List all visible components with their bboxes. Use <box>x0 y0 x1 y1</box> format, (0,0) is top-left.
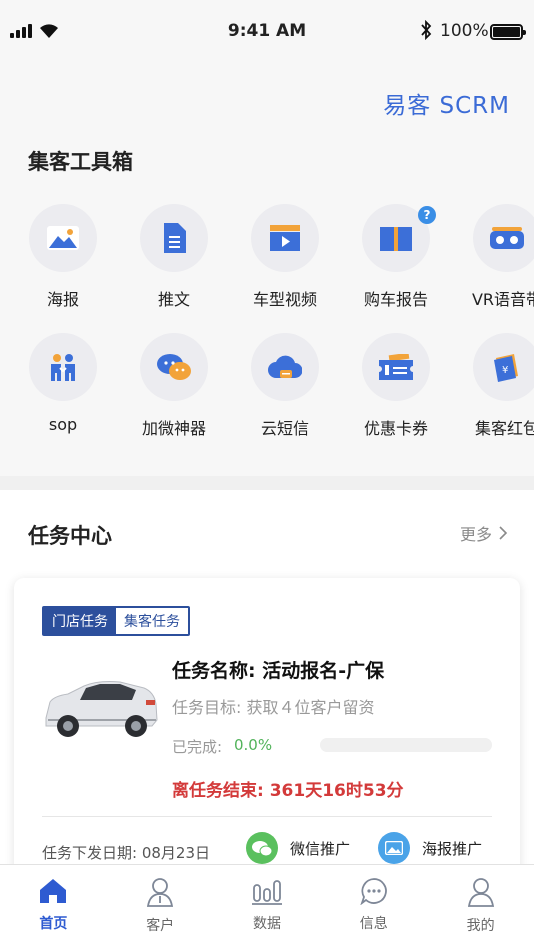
book-icon: ? <box>362 204 436 272</box>
data-icon <box>251 880 282 905</box>
tab-message[interactable]: 信息 <box>320 865 427 950</box>
more-label: 更多 <box>459 525 492 544</box>
bluetooth-icon <box>421 20 432 40</box>
tool-label: 海报 <box>46 290 79 309</box>
ticket-icon <box>362 333 430 401</box>
card-divider <box>42 816 492 817</box>
customer-icon <box>147 878 174 907</box>
task-name: 任务名称: 活动报名-广保 <box>172 660 385 682</box>
completed-label: 已完成: <box>172 738 223 756</box>
profile-icon <box>467 878 494 907</box>
tool-label: 推文 <box>157 290 190 309</box>
task-deadline: 离任务结束: 361天16时53分 <box>172 781 404 801</box>
battery-percent: 100% <box>440 21 489 41</box>
brand-logo: 易客 SCRM <box>383 93 510 119</box>
poster-share-button[interactable]: 海报推广 <box>378 832 482 864</box>
tool-sop[interactable]: sop <box>8 333 118 434</box>
tool-label: 优惠卡券 <box>363 419 428 438</box>
bottom-tab-bar: 首页 客户 数据 信息 我的 <box>0 864 534 950</box>
tool-label: VR语音带 <box>471 290 534 309</box>
tab-label: 信息 <box>359 916 388 932</box>
tab-data[interactable]: 数据 <box>214 865 321 950</box>
car-image <box>45 681 158 737</box>
tool-label: 购车报告 <box>363 290 428 309</box>
tab-profile[interactable]: 我的 <box>427 865 534 950</box>
tool-wechat-add[interactable]: 加微神器 <box>119 333 229 439</box>
chevron-right-icon <box>499 526 508 540</box>
tab-store-task[interactable]: 门店任务 <box>44 608 116 634</box>
cloud-message-icon <box>251 333 319 401</box>
wechat-icon <box>140 333 208 401</box>
people-icon <box>29 333 97 401</box>
video-icon <box>251 204 319 272</box>
tool-coupon[interactable]: 优惠卡券 <box>341 333 451 439</box>
image-icon <box>29 204 97 272</box>
svg-text:¥: ¥ <box>502 365 508 376</box>
vr-glasses-icon <box>473 204 534 272</box>
progress-bar <box>320 738 492 752</box>
tab-label: 首页 <box>39 916 68 932</box>
tool-label: 加微神器 <box>141 419 206 438</box>
wechat-share-button[interactable]: 微信推广 <box>246 832 350 864</box>
more-link[interactable]: 更多 <box>460 521 508 545</box>
document-icon <box>140 204 208 272</box>
tab-customer[interactable]: 客户 <box>107 865 214 950</box>
tool-car-video[interactable]: 车型视频 <box>230 204 340 310</box>
tool-red-packet[interactable]: ¥ 集客红包 <box>452 333 534 439</box>
wechat-share-label: 微信推广 <box>290 839 351 858</box>
tool-label: sop <box>48 415 78 434</box>
completed-value: 0.0% <box>234 736 273 754</box>
tab-label: 数据 <box>252 916 281 932</box>
task-type-tabs: 门店任务 集客任务 <box>42 606 190 636</box>
help-badge: ? <box>418 206 436 224</box>
tool-article[interactable]: 推文 <box>119 204 229 310</box>
tool-cloud-sms[interactable]: 云短信 <box>230 333 340 439</box>
tool-label: 车型视频 <box>252 290 317 309</box>
task-center-title: 任务中心 <box>28 524 112 548</box>
tool-purchase-report[interactable]: ? 购车报告 <box>341 204 451 310</box>
task-goal: 任务目标: 获取４位客户留资 <box>172 698 375 717</box>
poster-share-label: 海报推广 <box>422 839 483 858</box>
task-card[interactable]: 门店任务 集客任务 任务名称: 活动报名-广保 任务目标: 获取４位客户留资 已… <box>14 578 520 878</box>
tab-label: 我的 <box>466 918 495 934</box>
toolbox-title: 集客工具箱 <box>28 150 133 174</box>
wechat-icon <box>246 832 278 864</box>
battery-icon <box>490 24 526 40</box>
tool-poster[interactable]: 海报 <box>8 204 118 310</box>
tab-lead-task[interactable]: 集客任务 <box>116 608 188 634</box>
issue-date: 任务下发日期: 08月23日 <box>42 844 210 862</box>
tool-label: 云短信 <box>260 419 309 438</box>
status-bar: 9:41 AM 100% <box>0 0 534 64</box>
tool-label: 集客红包 <box>474 419 534 438</box>
image-icon <box>378 832 410 864</box>
section-divider <box>0 476 534 490</box>
tab-home[interactable]: 首页 <box>0 865 107 950</box>
red-packet-icon: ¥ <box>473 333 534 401</box>
tool-vr-voice[interactable]: VR语音带 <box>452 204 534 310</box>
message-icon <box>360 878 387 905</box>
home-icon <box>40 879 67 903</box>
tab-label: 客户 <box>146 918 175 934</box>
